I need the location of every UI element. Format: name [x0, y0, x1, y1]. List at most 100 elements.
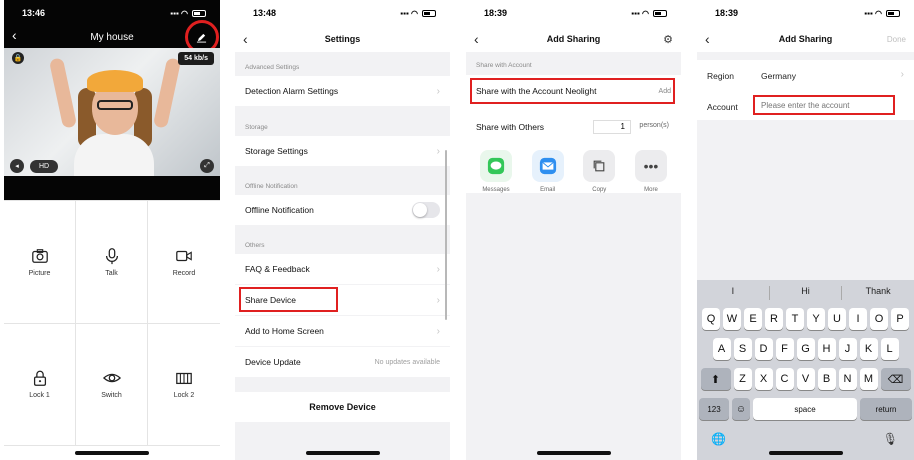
- globe-icon[interactable]: 🌐: [711, 432, 726, 446]
- back-icon[interactable]: ‹: [12, 27, 17, 43]
- storage-settings-row[interactable]: Storage Settings ›: [235, 136, 450, 166]
- app-label: More: [644, 187, 658, 193]
- page-title: Settings: [324, 34, 361, 44]
- hd-button[interactable]: HD: [30, 159, 59, 173]
- chevron-right-icon: ›: [436, 85, 440, 97]
- shift-key[interactable]: ⬆: [700, 368, 731, 390]
- gate-icon: [176, 373, 192, 385]
- key-q[interactable]: Q: [702, 308, 720, 330]
- key-s[interactable]: S: [733, 338, 752, 360]
- remove-device-button[interactable]: Remove Device: [235, 392, 450, 422]
- volume-icon[interactable]: ◂: [10, 159, 24, 173]
- chevron-right-icon: ›: [436, 145, 440, 157]
- delete-key[interactable]: ⌫: [880, 368, 911, 390]
- camera-video-feed: [4, 48, 220, 176]
- chevron-right-icon: ›: [436, 325, 440, 337]
- control-label: Lock 1: [29, 392, 50, 400]
- key-l[interactable]: L: [880, 338, 899, 360]
- status-time: 18:39: [715, 8, 739, 18]
- key-u[interactable]: U: [828, 308, 846, 330]
- control-label: Lock 2: [173, 392, 195, 400]
- back-icon[interactable]: ‹: [474, 31, 479, 47]
- account-input[interactable]: [753, 95, 895, 115]
- region-value[interactable]: Germany: [761, 71, 796, 81]
- app-label: Messages: [482, 187, 510, 193]
- key-k[interactable]: K: [859, 338, 878, 360]
- faq-row[interactable]: FAQ & Feedback ›: [235, 254, 450, 284]
- key-a[interactable]: A: [712, 338, 731, 360]
- video-camera-icon: [176, 250, 192, 261]
- scrollbar[interactable]: [445, 150, 447, 320]
- microphone-icon: [105, 247, 118, 264]
- control-label: Record: [172, 269, 196, 277]
- status-bar: 13:48 ▪▪▪ ◠: [235, 0, 450, 26]
- key-j[interactable]: J: [838, 338, 857, 360]
- key-m[interactable]: M: [859, 368, 878, 390]
- key-v[interactable]: V: [796, 368, 815, 390]
- return-key[interactable]: return: [860, 398, 912, 420]
- device-update-row[interactable]: Device Update No updates available: [235, 347, 450, 377]
- section-header-advanced: Advanced Settings: [245, 64, 300, 71]
- update-status: No updates available: [374, 358, 440, 366]
- row-label: FAQ & Feedback: [245, 264, 310, 274]
- key-f[interactable]: F: [775, 338, 794, 360]
- suggestion-item[interactable]: Thank: [842, 286, 914, 300]
- key-z[interactable]: Z: [733, 368, 752, 390]
- record-button[interactable]: Record: [148, 201, 220, 324]
- persons-label: person(s): [639, 122, 669, 129]
- settings-screen: 13:48 ▪▪▪ ◠ ‹ Settings Advanced Settings…: [235, 0, 450, 460]
- share-more[interactable]: ••• More: [634, 150, 667, 193]
- chevron-right-icon: ›: [436, 294, 440, 306]
- microphone-icon[interactable]: 🎙: [883, 432, 898, 446]
- key-x[interactable]: X: [754, 368, 773, 390]
- status-icons: ▪▪▪ ◠: [400, 9, 436, 18]
- add-sharing-form-screen: 18:39 ▪▪▪ ◠ ‹ Add Sharing Done Region Ge…: [697, 0, 914, 460]
- share-email[interactable]: Email: [531, 150, 564, 193]
- picture-button[interactable]: Picture: [4, 201, 76, 324]
- key-h[interactable]: H: [817, 338, 836, 360]
- key-i[interactable]: I: [849, 308, 867, 330]
- status-icons: ▪▪▪ ◠: [170, 9, 206, 18]
- key-r[interactable]: R: [765, 308, 783, 330]
- key-e[interactable]: E: [744, 308, 762, 330]
- key-g[interactable]: G: [796, 338, 815, 360]
- eye-icon: [102, 374, 121, 383]
- key-t[interactable]: T: [786, 308, 804, 330]
- talk-button[interactable]: Talk: [76, 201, 148, 324]
- status-icons: ▪▪▪ ◠: [631, 9, 667, 18]
- space-key[interactable]: space: [753, 398, 857, 420]
- share-messages[interactable]: Messages: [480, 150, 512, 193]
- emoji-key[interactable]: ☺: [732, 398, 750, 420]
- back-icon[interactable]: ‹: [243, 31, 248, 47]
- numbers-key[interactable]: 123: [699, 398, 729, 420]
- suggestion-item[interactable]: I: [697, 286, 770, 300]
- key-b[interactable]: B: [817, 368, 836, 390]
- key-o[interactable]: O: [870, 308, 888, 330]
- switch-button[interactable]: Switch: [76, 323, 148, 446]
- lock2-button[interactable]: Lock 2: [148, 324, 220, 446]
- email-icon: [531, 150, 564, 182]
- status-bar: 13:46 ▪▪▪ ◠: [4, 0, 220, 26]
- key-w[interactable]: W: [723, 308, 741, 330]
- back-icon[interactable]: ‹: [705, 31, 710, 47]
- share-copy[interactable]: Copy: [583, 150, 616, 193]
- lock1-button[interactable]: Lock 1: [4, 323, 76, 446]
- suggestion-item[interactable]: Hi: [770, 286, 843, 300]
- fullscreen-icon[interactable]: ⤢: [200, 159, 214, 173]
- done-button[interactable]: Done: [887, 35, 906, 44]
- section-header-storage: Storage: [245, 124, 268, 131]
- key-n[interactable]: N: [838, 368, 857, 390]
- home-indicator: [75, 451, 149, 455]
- key-c[interactable]: C: [775, 368, 794, 390]
- status-bar: 18:39 ▪▪▪ ◠: [466, 0, 681, 26]
- add-to-home-row[interactable]: Add to Home Screen ›: [235, 316, 450, 346]
- key-p[interactable]: P: [891, 308, 909, 330]
- settings-gear-icon[interactable]: ⚙: [663, 33, 673, 46]
- key-y[interactable]: Y: [807, 308, 825, 330]
- offline-notification-toggle[interactable]: [412, 202, 440, 218]
- person-count-input[interactable]: 1: [593, 120, 631, 134]
- row-label: Storage Settings: [245, 146, 308, 156]
- key-d[interactable]: D: [754, 338, 773, 360]
- nav-bar: ‹ Settings: [235, 26, 450, 52]
- detection-alarm-row[interactable]: Detection Alarm Settings ›: [235, 76, 450, 106]
